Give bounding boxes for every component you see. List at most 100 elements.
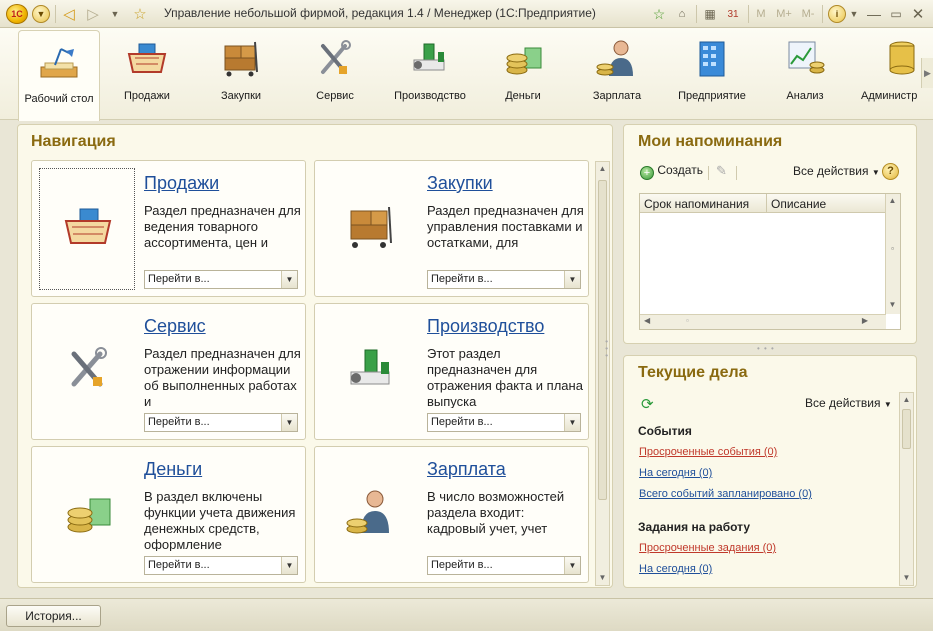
horizontal-splitter[interactable]: • • •: [757, 344, 775, 353]
history-dropdown-icon[interactable]: ▼: [108, 4, 122, 24]
scroll-down-arrow-icon[interactable]: ▼: [900, 571, 913, 585]
section-service[interactable]: Сервис: [300, 28, 370, 120]
today-tasks-link[interactable]: На сегодня (0): [639, 563, 712, 575]
goto-select[interactable]: Перейти в... ▼: [427, 270, 581, 289]
nav-card-sales: Продажи Раздел предназначен для ведения …: [31, 160, 306, 297]
tasks-all-actions-button[interactable]: Все действия ▼: [805, 396, 892, 410]
section-salary[interactable]: Зарплата: [584, 28, 650, 120]
info-dropdown-icon[interactable]: ▼: [848, 4, 860, 24]
add-favorite-icon[interactable]: ☆: [650, 4, 668, 24]
section-administration[interactable]: Администр: [856, 28, 922, 120]
chevron-down-icon[interactable]: ▼: [564, 271, 580, 288]
section-money[interactable]: Деньги: [492, 28, 554, 120]
history-button[interactable]: История...: [6, 605, 101, 627]
scroll-left-arrow-icon[interactable]: ◀: [644, 316, 650, 325]
card-description: Раздел предназначен для управления поста…: [427, 203, 584, 250]
memory-button-m[interactable]: M: [754, 4, 768, 24]
section-analysis[interactable]: Анализ: [772, 28, 838, 120]
chevron-down-icon[interactable]: ▼: [564, 557, 580, 574]
navigation-scrollbar[interactable]: ▲ ▼: [595, 161, 610, 586]
create-button[interactable]: + Создать: [640, 163, 703, 180]
calculator-icon[interactable]: ▦: [702, 4, 718, 24]
coins-icon: [506, 47, 542, 75]
card-title-link[interactable]: Продажи: [144, 173, 219, 194]
section-production[interactable]: Производство: [388, 28, 472, 120]
shopping-basket-icon[interactable]: [60, 201, 116, 251]
card-title-link[interactable]: Деньги: [144, 459, 202, 480]
section-desktop[interactable]: Рабочий стол: [18, 30, 100, 121]
column-header-description[interactable]: Описание: [771, 197, 826, 211]
chevron-down-icon[interactable]: ▼: [281, 414, 297, 431]
forward-arrow-icon[interactable]: ▷: [84, 4, 102, 24]
goto-select[interactable]: Перейти в... ▼: [427, 413, 581, 432]
navigation-title: Навигация: [31, 133, 116, 150]
tools-icon[interactable]: [60, 344, 116, 394]
overdue-tasks-link[interactable]: Просроченные задания (0): [639, 542, 776, 554]
add-icon: +: [640, 166, 654, 180]
scroll-up-arrow-icon[interactable]: ▲: [886, 194, 899, 208]
maximize-icon[interactable]: ▭: [888, 4, 904, 24]
scroll-thumb[interactable]: [902, 409, 911, 449]
column-header-deadline[interactable]: Срок напоминания: [644, 197, 749, 211]
window-title: Управление небольшой фирмой, редакция 1.…: [164, 6, 596, 20]
card-title-link[interactable]: Зарплата: [427, 459, 506, 480]
card-title-link[interactable]: Сервис: [144, 316, 206, 337]
section-purchases[interactable]: Закупки: [206, 28, 276, 120]
app-logo-icon[interactable]: 1С: [6, 4, 28, 24]
goto-select[interactable]: Перейти в... ▼: [144, 413, 298, 432]
reminders-table[interactable]: Срок напоминания Описание ▲ ▫ ▼ ◀ ▫ ▶: [639, 193, 901, 330]
section-label: Производство: [394, 90, 466, 102]
goto-select[interactable]: Перейти в... ▼: [427, 556, 581, 575]
memory-button-m-minus[interactable]: M-: [798, 4, 818, 24]
reminders-all-actions-button[interactable]: Все действия ▼: [793, 164, 880, 178]
bookmark-icon[interactable]: ⌂: [674, 4, 690, 24]
section-label: Анализ: [786, 90, 824, 102]
window-titlebar: 1С ▼ ◁ ▷ ▼ ☆ Управление небольшой фирмой…: [0, 0, 933, 28]
section-enterprise[interactable]: Предприятие: [672, 28, 752, 120]
coins-icon[interactable]: [60, 487, 116, 537]
scroll-mid-icon: ▫: [891, 244, 894, 253]
reminders-hscroll[interactable]: ◀ ▫ ▶: [640, 314, 886, 329]
card-description: В число возможностей раздела входит: кад…: [427, 489, 565, 536]
scroll-down-arrow-icon[interactable]: ▼: [596, 571, 609, 585]
sections-scroll-right[interactable]: ▶: [921, 58, 933, 88]
help-icon[interactable]: ?: [882, 163, 899, 180]
close-icon[interactable]: ✕: [910, 4, 926, 24]
scroll-up-arrow-icon[interactable]: ▲: [596, 162, 609, 176]
overdue-events-link[interactable]: Просроченные события (0): [639, 446, 777, 458]
planned-events-link[interactable]: Всего событий запланировано (0): [639, 488, 812, 500]
goto-select-value: Перейти в...: [431, 416, 493, 428]
factory-icon[interactable]: [343, 344, 399, 394]
back-arrow-icon[interactable]: ◁: [60, 4, 78, 24]
memory-button-m-plus[interactable]: M+: [774, 4, 794, 24]
tasks-scrollbar[interactable]: ▲ ▼: [899, 392, 914, 586]
today-events-link[interactable]: На сегодня (0): [639, 467, 712, 479]
current-tasks-title: Текущие дела: [638, 364, 748, 381]
all-actions-label: Все действия: [793, 164, 869, 178]
card-title-link[interactable]: Закупки: [427, 173, 493, 194]
refresh-icon[interactable]: ⟳: [641, 395, 654, 413]
calendar-icon[interactable]: 31: [724, 4, 742, 24]
chevron-down-icon[interactable]: ▼: [281, 557, 297, 574]
reminders-vscroll[interactable]: ▲ ▫ ▼: [885, 194, 900, 314]
scroll-down-arrow-icon[interactable]: ▼: [886, 298, 899, 312]
card-title-link[interactable]: Производство: [427, 316, 544, 337]
boxes-cart-icon[interactable]: [343, 201, 399, 251]
goto-select[interactable]: Перейти в... ▼: [144, 556, 298, 575]
info-icon[interactable]: i: [828, 5, 846, 23]
reminders-toolbar: + Создать ✎ Все действия ▼ ?: [640, 162, 902, 182]
minimize-icon[interactable]: —: [866, 4, 882, 24]
goto-select[interactable]: Перейти в... ▼: [144, 270, 298, 289]
chevron-down-icon[interactable]: ▼: [281, 271, 297, 288]
favorite-star-icon[interactable]: ☆: [130, 4, 150, 24]
toolbar-separator: [736, 166, 737, 180]
scroll-right-arrow-icon[interactable]: ▶: [862, 316, 868, 325]
main-menu-icon[interactable]: ▼: [32, 5, 50, 23]
employee-icon[interactable]: [343, 487, 399, 537]
building-icon: [699, 41, 725, 77]
edit-pencil-icon[interactable]: ✎: [716, 163, 727, 179]
vertical-splitter[interactable]: • • •: [602, 340, 611, 358]
scroll-up-arrow-icon[interactable]: ▲: [900, 393, 913, 407]
chevron-down-icon[interactable]: ▼: [564, 414, 580, 431]
section-sales[interactable]: Продажи: [112, 28, 182, 120]
